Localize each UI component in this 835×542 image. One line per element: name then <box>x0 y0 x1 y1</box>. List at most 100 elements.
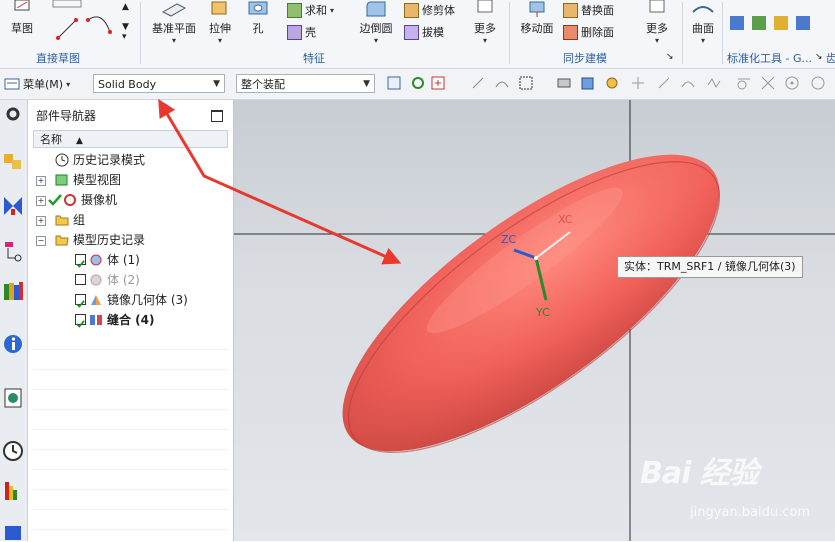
expand-icon[interactable]: + <box>36 196 46 206</box>
visibility-checkbox[interactable] <box>75 254 86 268</box>
selection-intent-icon[interactable] <box>430 75 446 91</box>
extrude-button[interactable]: 拉伸 ▾ <box>204 0 236 45</box>
standard-tools-icons[interactable] <box>728 12 820 34</box>
checkmark-icon <box>76 300 85 308</box>
tree-item-body-1[interactable]: 体 (1) <box>33 250 228 270</box>
delete-face-button[interactable]: 删除面 <box>563 24 614 40</box>
tree-item-label: 模型历史记录 <box>73 233 146 247</box>
edge-blend-label: 边倒圆 <box>359 22 393 35</box>
move-face-button[interactable]: 移动面 <box>517 0 557 36</box>
edge-blend-icon <box>366 1 386 17</box>
camera-icon <box>64 194 76 206</box>
sketch-curve-icons[interactable] <box>52 0 114 45</box>
part-navigator-icon[interactable] <box>2 240 24 262</box>
empty-row <box>33 510 228 530</box>
group-launcher-icon[interactable]: ↘ <box>815 52 823 62</box>
history-clock-icon[interactable] <box>2 440 24 462</box>
tree-item-group[interactable]: + 组 <box>33 210 228 230</box>
tree-item-sew[interactable]: 缝合 (4) <box>33 310 228 330</box>
navigator-title: 部件导航器 <box>36 109 97 123</box>
tree-item-camera[interactable]: + 摄像机 <box>33 190 228 210</box>
watermark-url: jingyan.baidu.com <box>690 505 810 520</box>
replace-face-button[interactable]: 替换面 <box>563 2 614 18</box>
edge-blend-button[interactable]: 边倒圆 ▾ <box>356 0 396 45</box>
empty-row <box>33 490 228 510</box>
ribbon: 草图 ▲ ▼ ▾ 直接草图 基准平面 ▾ 拉伸 ▾ 孔 求和 ▾ 壳 边倒圆 ▾ 修剪… <box>0 0 835 69</box>
roles-icon[interactable] <box>2 520 24 542</box>
arc-icon[interactable] <box>680 75 696 91</box>
menu-button[interactable]: 菜单(M) ▾ <box>4 76 70 92</box>
tree-item-label: 模型视图 <box>73 173 122 187</box>
reuse-library-icon[interactable] <box>2 280 24 302</box>
empty-row <box>33 350 228 370</box>
watermark: Bai 经验 <box>640 456 759 491</box>
empty-row <box>33 410 228 430</box>
select-all-icon[interactable] <box>386 75 402 91</box>
sync-modeling-group-label: 同步建模 <box>563 52 607 65</box>
solid-body[interactable] <box>300 104 762 504</box>
collapse-icon[interactable]: − <box>36 236 46 246</box>
visibility-checkbox[interactable] <box>75 294 86 308</box>
shell-button[interactable]: 壳 <box>287 24 316 40</box>
hole-button[interactable]: 孔 <box>242 0 274 36</box>
model-views-icon <box>55 174 68 186</box>
menu-icon <box>4 78 20 90</box>
type-filter-dropdown[interactable]: Solid Body ▼ <box>93 74 225 93</box>
move-icon[interactable] <box>604 75 620 91</box>
sketch-icon <box>14 0 30 11</box>
point-icon[interactable] <box>470 75 486 91</box>
trim-body-button[interactable]: 修剪体 <box>404 2 455 18</box>
assembly-filter-value: 整个装配 <box>241 78 285 91</box>
surface-label: 曲面 <box>692 22 714 35</box>
surface-button[interactable]: 曲面 ▾ <box>686 0 720 45</box>
assembly-navigator-icon[interactable] <box>2 150 24 172</box>
empty-row <box>33 330 228 350</box>
divider <box>682 2 683 64</box>
quadrant-icon[interactable] <box>810 75 826 91</box>
orient-icon[interactable] <box>630 75 646 91</box>
expand-icon[interactable]: + <box>36 216 46 226</box>
spline-icon[interactable] <box>706 75 722 91</box>
curve-rule-icon[interactable] <box>494 75 510 91</box>
visibility-checkbox[interactable] <box>75 314 86 328</box>
assembly-filter-dropdown[interactable]: 整个装配 ▼ <box>236 74 375 93</box>
sketch-label: 草图 <box>11 22 33 35</box>
shaded-cube-icon[interactable] <box>580 75 596 91</box>
checkmark-icon <box>76 260 85 268</box>
unite-button[interactable]: 求和 ▾ <box>287 2 334 18</box>
web-browser-icon[interactable] <box>2 387 24 409</box>
tangent-icon[interactable] <box>736 75 752 91</box>
tree-item-history-mode[interactable]: 历史记录模式 <box>33 150 228 170</box>
visibility-checkbox[interactable] <box>75 274 86 285</box>
view-icon[interactable] <box>556 75 572 91</box>
gear-icon[interactable] <box>2 103 24 125</box>
expand-icon[interactable]: + <box>36 176 46 186</box>
datum-plane-button[interactable]: 基准平面 ▾ <box>148 0 200 45</box>
snap-icon[interactable] <box>410 75 426 91</box>
sketch-button[interactable]: 草图 <box>4 0 40 36</box>
standard-tools-group-label: 标准化工具 - G... <box>727 52 812 65</box>
tree-item-model-views[interactable]: + 模型视图 <box>33 170 228 190</box>
more-feature-button[interactable]: 更多 ▾ <box>468 0 502 45</box>
hole-label: 孔 <box>252 22 264 35</box>
box-select-icon[interactable] <box>518 75 534 91</box>
intersect-icon[interactable] <box>760 75 776 91</box>
name-column-header[interactable]: 名称 ▲ <box>33 130 228 148</box>
more-sync-button[interactable]: 更多 ▾ <box>640 0 674 45</box>
sketch-gallery-scroll[interactable]: ▲ ▼ ▾ <box>122 2 129 42</box>
line-icon[interactable] <box>656 75 672 91</box>
center-icon[interactable] <box>784 75 800 91</box>
xc-axis-label: XC <box>558 213 573 226</box>
tree-item-body-2[interactable]: 体 (2) <box>33 270 228 290</box>
unite-label: 求和 <box>305 4 327 17</box>
more2-label: 更多 <box>646 22 668 35</box>
constraint-navigator-icon[interactable] <box>2 195 24 217</box>
maximize-icon[interactable] <box>211 110 223 122</box>
draft-button[interactable]: 拔模 <box>404 24 444 40</box>
visualization-icon[interactable] <box>2 480 24 502</box>
info-icon[interactable] <box>2 333 24 355</box>
hole-icon <box>248 1 268 15</box>
group-launcher-icon[interactable]: ↘ <box>666 52 674 62</box>
tree-item-mirror-geometry[interactable]: 镜像几何体 (3) <box>33 290 228 310</box>
tree-item-model-history[interactable]: − 模型历史记录 <box>33 230 228 250</box>
